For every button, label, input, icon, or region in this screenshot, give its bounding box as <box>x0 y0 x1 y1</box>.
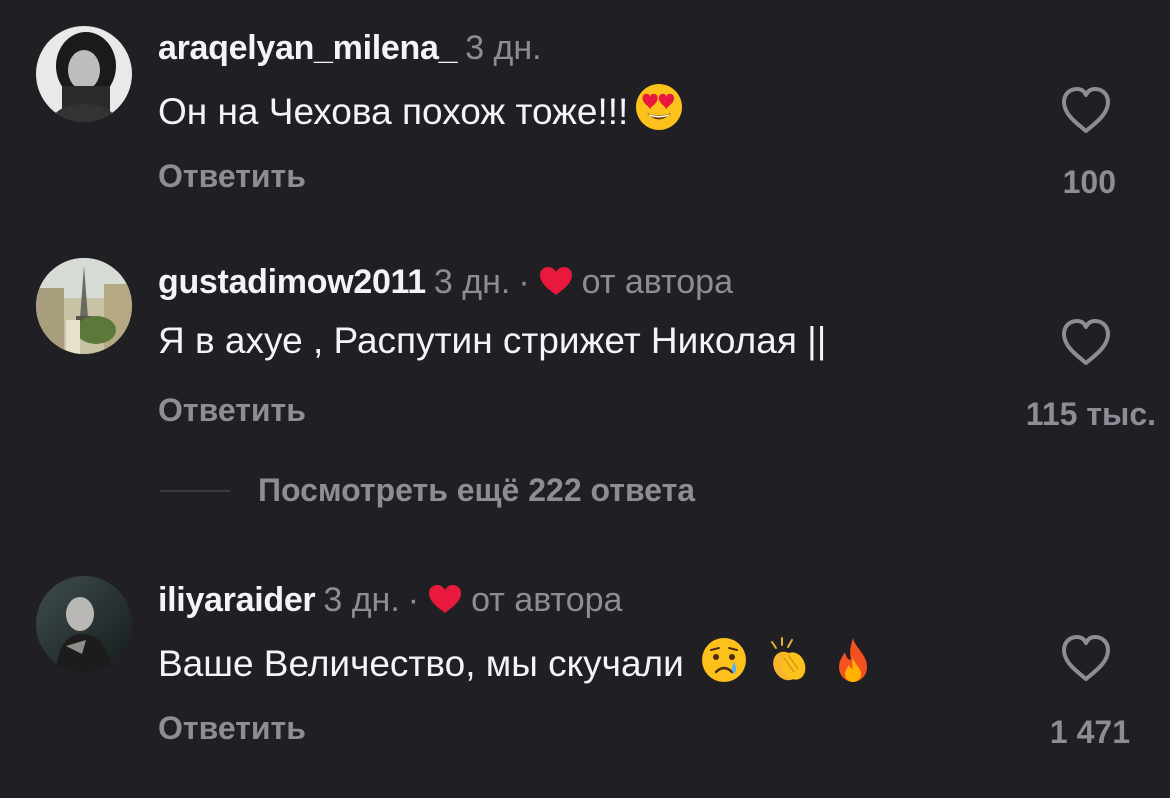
separator-dot: · <box>407 581 420 619</box>
avatar[interactable] <box>36 258 132 354</box>
comment-time: 3 дн. <box>433 263 511 301</box>
like-count: 115 тыс. <box>1025 396 1156 432</box>
reply-button[interactable]: Ответить <box>158 708 306 748</box>
fire-emoji <box>829 636 877 695</box>
comments-page: araqelyan_milena_ 3 дн. Он на Чехова похо… <box>0 0 1170 798</box>
username[interactable]: iliyaraider <box>158 581 316 619</box>
comment-item: iliyaraider 3 дн. · от автора Ваше Величес… <box>0 560 1170 798</box>
author-label: от автора <box>581 263 733 301</box>
avatar[interactable] <box>36 26 132 122</box>
author-label: от автора <box>471 581 623 619</box>
heart-outline-icon[interactable] <box>1058 632 1114 684</box>
heart-eyes-emoji <box>634 82 684 143</box>
comment-time: 3 дн. <box>323 581 400 619</box>
like-count: 100 <box>1062 164 1116 200</box>
comment-item: araqelyan_milena_ 3 дн. Он на Чехова похо… <box>0 0 1170 240</box>
comment-meta: iliyaraider 3 дн. · от автора <box>158 580 622 624</box>
reply-button[interactable]: Ответить <box>158 156 306 196</box>
comment-text: Я в ахуе , Распутин стрижет Николая || <box>158 320 827 361</box>
comment-meta: gustadimow2011 3 дн. · от автора <box>158 262 733 306</box>
like-count: 1 471 <box>1049 714 1130 750</box>
username[interactable]: gustadimow2011 <box>158 263 426 301</box>
comment-text: Ваше Величество, мы скучали <box>158 636 877 695</box>
heart-outline-icon[interactable] <box>1058 316 1114 368</box>
comment-text-content: Ваше Величество, мы скучали <box>158 643 684 684</box>
crying-face-emoji <box>700 636 748 695</box>
author-heart-icon <box>427 583 463 624</box>
separator-dot: · <box>518 263 530 301</box>
comment-item: gustadimow2011 3 дн. · от автора Я в ахуе … <box>0 240 1170 460</box>
username[interactable]: araqelyan_milena_ <box>158 29 458 67</box>
comment-time: 3 дн. <box>465 29 542 67</box>
comment-text-content: Он на Чехова похож тоже!!! <box>158 91 629 132</box>
comment-text: Он на Чехова похож тоже!!! <box>158 82 684 143</box>
heart-outline-icon[interactable] <box>1058 84 1114 136</box>
clapping-hands-emoji <box>764 636 812 695</box>
comment-meta: araqelyan_milena_ 3 дн. <box>158 28 542 68</box>
reply-button[interactable]: Ответить <box>158 390 306 430</box>
divider-line <box>160 490 230 492</box>
author-heart-icon <box>538 265 574 306</box>
avatar[interactable] <box>36 576 132 672</box>
view-more-label[interactable]: Посмотреть ещё 222 ответа <box>258 470 695 510</box>
